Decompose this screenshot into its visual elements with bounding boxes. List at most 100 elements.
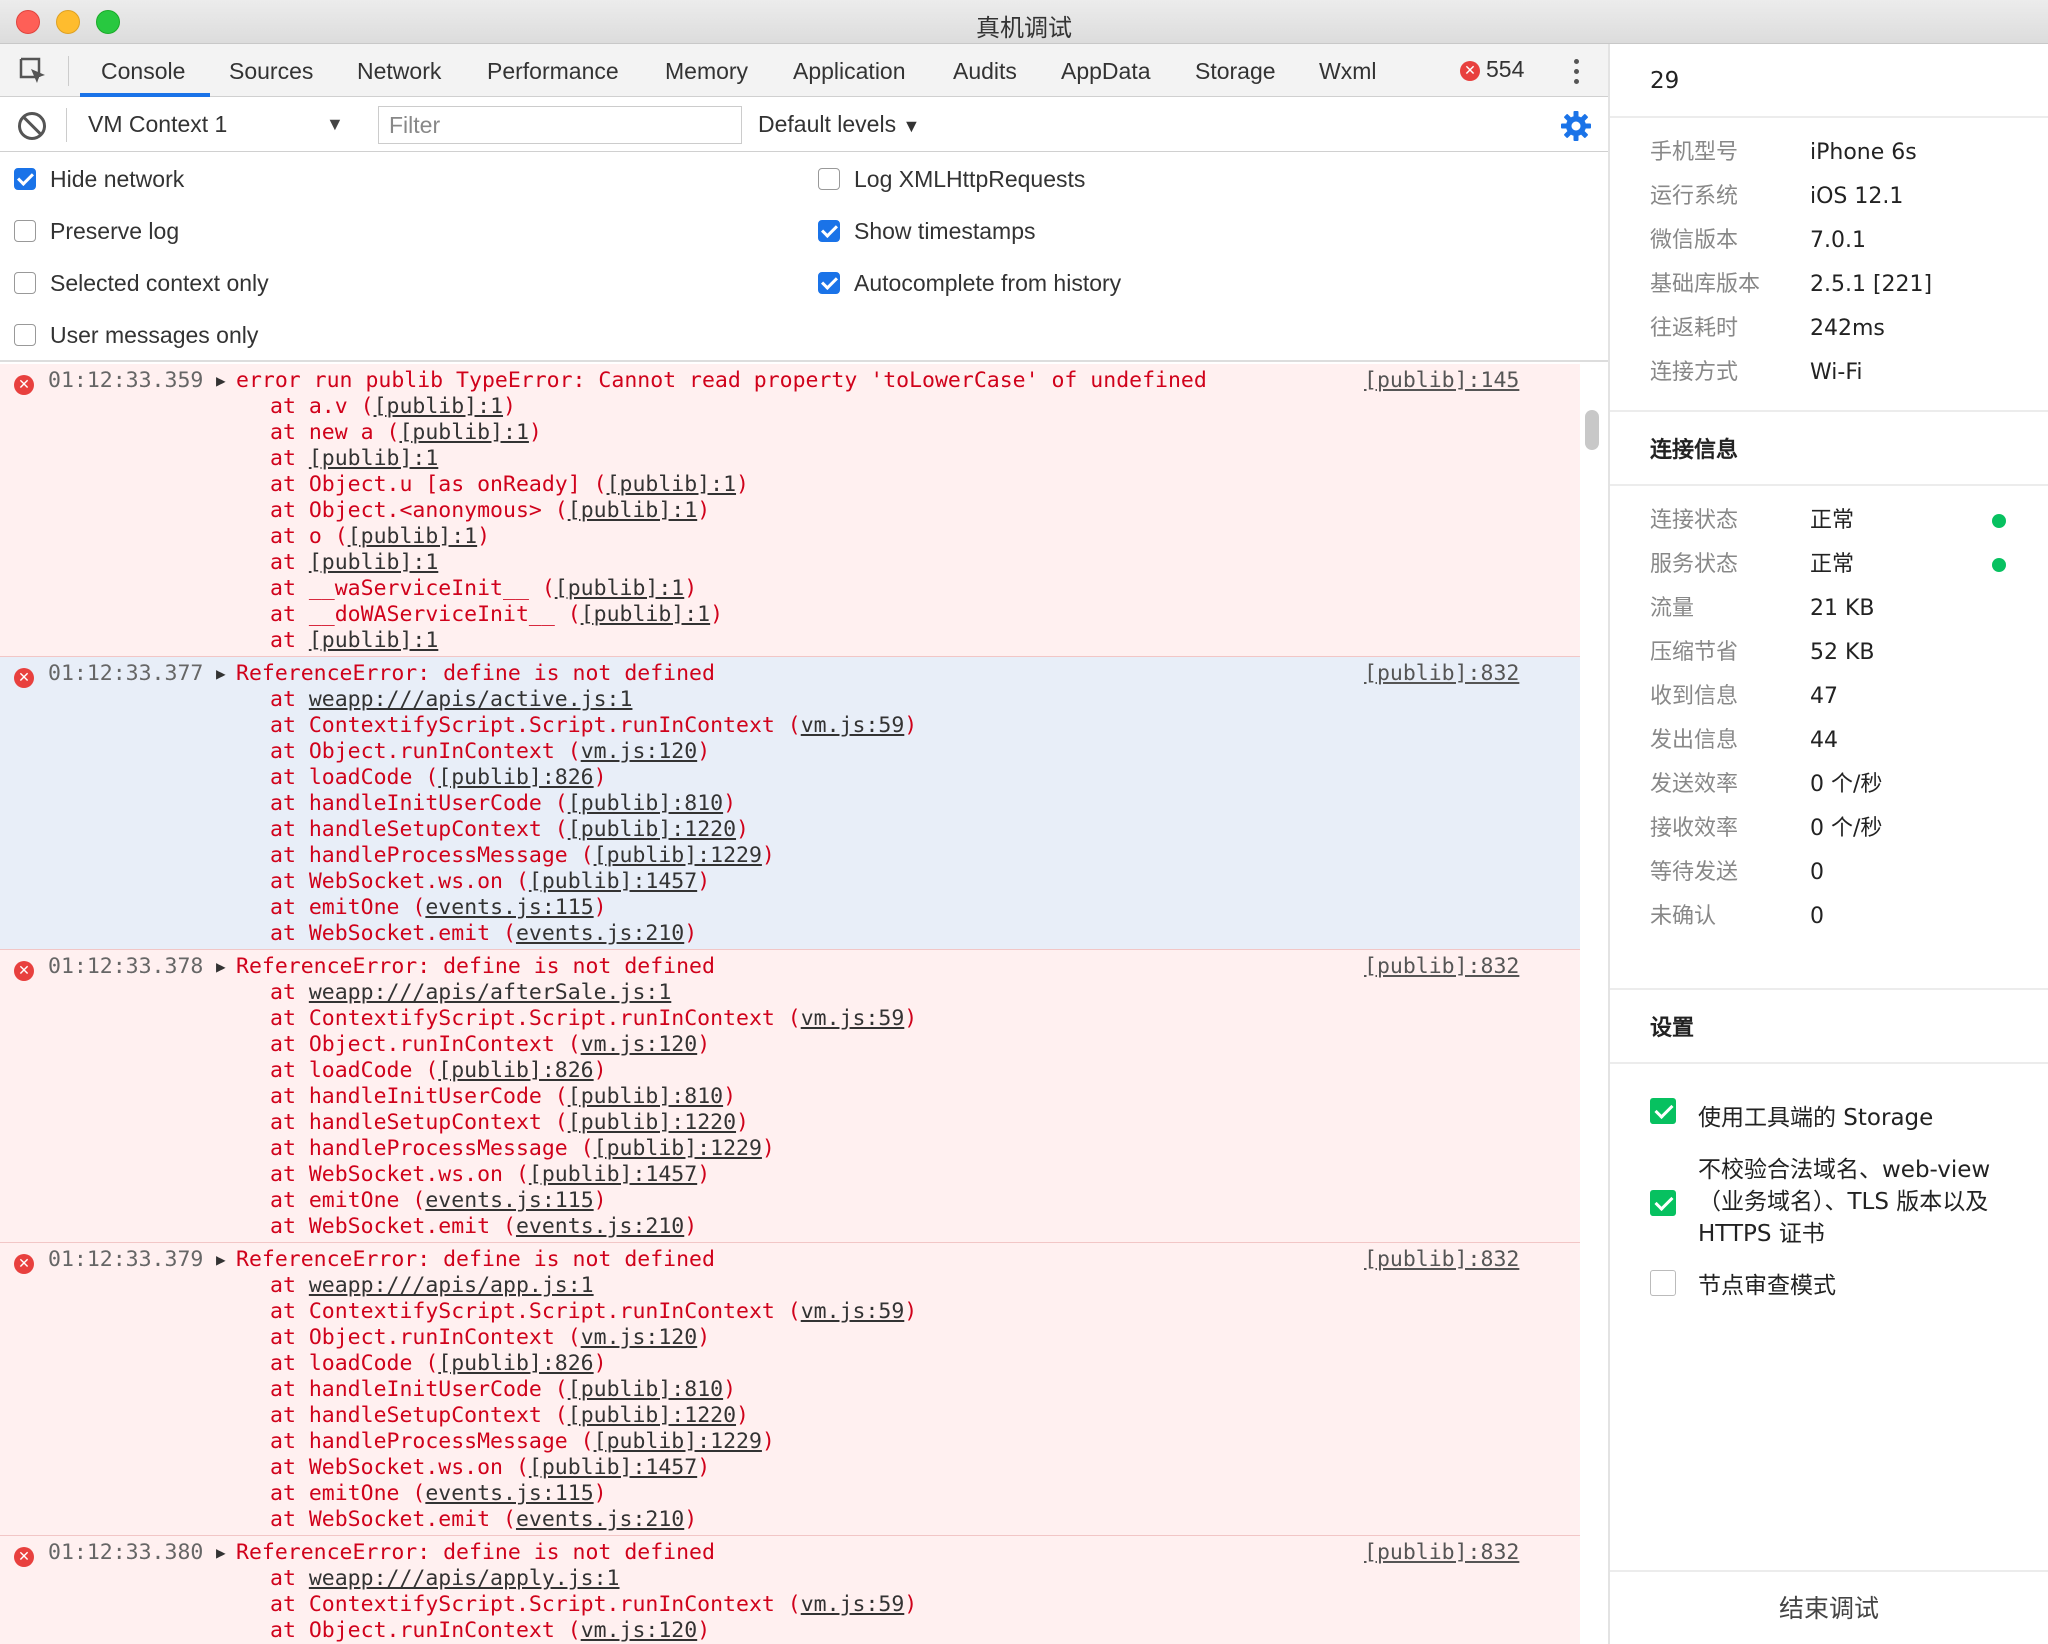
stack-frame-link[interactable]: [publib]:1457 (529, 869, 697, 894)
console-messages[interactable]: ✕ 01:12:33.359 ▶ error run publib TypeError… (0, 364, 1580, 1644)
stack-frame-link[interactable]: [publib]:1220 (568, 817, 736, 842)
user-messages-option[interactable]: User messages only (14, 320, 258, 350)
autocomplete-option[interactable]: Autocomplete from history (818, 268, 1121, 298)
setting-checkbox[interactable] (1650, 1098, 1676, 1124)
hide-network-option[interactable]: Hide network (14, 164, 184, 194)
end-debug-button[interactable]: 结束调试 (1610, 1570, 2048, 1644)
message-header[interactable]: ✕ 01:12:33.380 ▶ ReferenceError: define is … (0, 1540, 1580, 1567)
stack-frame-link[interactable]: [publib]:1 (568, 498, 697, 523)
message-source-link[interactable]: [publib]:832 (1364, 954, 1519, 980)
stack-frame-link[interactable]: [publib]:1 (555, 576, 684, 601)
stack-frame-link[interactable]: [publib]:1 (309, 446, 438, 471)
message-header[interactable]: ✕ 01:12:33.379 ▶ ReferenceError: define is … (0, 1247, 1580, 1274)
log-xhr-checkbox[interactable] (818, 168, 840, 190)
more-options-icon[interactable] (1566, 56, 1586, 88)
tab-storage[interactable]: Storage (1195, 58, 1276, 85)
expand-triangle-icon[interactable]: ▶ (216, 368, 226, 394)
tab-appdata[interactable]: AppData (1061, 58, 1151, 85)
stack-frame-link[interactable]: [publib]:1 (581, 602, 710, 627)
stack-frame-link[interactable]: vm.js:59 (801, 1299, 905, 1324)
tab-performance[interactable]: Performance (487, 58, 619, 85)
stack-frame-link[interactable]: vm.js:120 (581, 1618, 698, 1643)
message-header[interactable]: ✕ 01:12:33.377 ▶ ReferenceError: define is … (0, 661, 1580, 688)
stack-frame-link[interactable]: [publib]:826 (438, 1058, 593, 1083)
stack-frame-link[interactable]: [publib]:1229 (594, 1429, 762, 1454)
expand-triangle-icon[interactable]: ▶ (216, 1540, 226, 1566)
stack-frame-link[interactable]: [publib]:1220 (568, 1110, 736, 1135)
stack-frame-link[interactable]: [publib]:1 (374, 394, 503, 419)
stack-frame-link[interactable]: [publib]:826 (438, 765, 593, 790)
setting-checkbox[interactable] (1650, 1190, 1676, 1216)
tab-network[interactable]: Network (357, 58, 441, 85)
console-message[interactable]: ✕ 01:12:33.379 ▶ ReferenceError: define is … (0, 1243, 1580, 1536)
console-message[interactable]: ✕ 01:12:33.380 ▶ ReferenceError: define is … (0, 1536, 1580, 1644)
stack-frame-link[interactable]: vm.js:59 (801, 1006, 905, 1031)
tab-memory[interactable]: Memory (665, 58, 748, 85)
error-counter[interactable]: ✕ 554 (1460, 56, 1524, 83)
stack-frame-link[interactable]: vm.js:59 (801, 1592, 905, 1617)
stack-frame-link[interactable]: [publib]:1220 (568, 1403, 736, 1428)
tab-wxml[interactable]: Wxml (1319, 58, 1376, 85)
stack-frame-link[interactable]: [publib]:1 (309, 628, 438, 653)
log-xhr-option[interactable]: Log XMLHttpRequests (818, 164, 1085, 194)
setting-checkbox[interactable] (1650, 1270, 1676, 1296)
preserve-log-option[interactable]: Preserve log (14, 216, 179, 246)
setting-label[interactable]: 不校验合法域名、web-view（业务域名）、TLS 版本以及 HTTPS 证书 (1698, 1154, 2018, 1250)
stack-frame-link[interactable]: weapp:///apis/active.js:1 (309, 687, 633, 712)
gear-icon[interactable] (1560, 110, 1592, 142)
hide-network-checkbox[interactable] (14, 168, 36, 190)
clear-console-icon[interactable] (18, 112, 46, 140)
stack-frame-link[interactable]: [publib]:1457 (529, 1455, 697, 1480)
stack-frame-link[interactable]: [publib]:1 (399, 420, 528, 445)
preserve-log-checkbox[interactable] (14, 220, 36, 242)
context-selector[interactable]: VM Context 1 (88, 111, 227, 138)
tab-audits[interactable]: Audits (953, 58, 1017, 85)
stack-frame-link[interactable]: events.js:115 (425, 1481, 593, 1506)
stack-frame-link[interactable]: weapp:///apis/apply.js:1 (309, 1566, 620, 1591)
stack-frame-link[interactable]: weapp:///apis/afterSale.js:1 (309, 980, 671, 1005)
console-message[interactable]: ✕ 01:12:33.359 ▶ error run publib TypeError… (0, 364, 1580, 657)
stack-frame-link[interactable]: events.js:115 (425, 1188, 593, 1213)
selected-context-option[interactable]: Selected context only (14, 268, 269, 298)
console-message[interactable]: ✕ 01:12:33.377 ▶ ReferenceError: define is … (0, 657, 1580, 950)
stack-frame-link[interactable]: vm.js:120 (581, 1032, 698, 1057)
user-messages-checkbox[interactable] (14, 324, 36, 346)
stack-frame-link[interactable]: weapp:///apis/app.js:1 (309, 1273, 594, 1298)
console-scrollbar[interactable] (1585, 410, 1599, 450)
stack-frame-link[interactable]: vm.js:120 (581, 1325, 698, 1350)
expand-triangle-icon[interactable]: ▶ (216, 954, 226, 980)
setting-label[interactable]: 节点审查模式 (1698, 1270, 2018, 1302)
stack-frame-link[interactable]: [publib]:1 (348, 524, 477, 549)
tab-sources[interactable]: Sources (229, 58, 313, 85)
stack-frame-link[interactable]: [publib]:1 (309, 550, 438, 575)
setting-label[interactable]: 使用工具端的 Storage (1698, 1102, 2018, 1134)
message-source-link[interactable]: [publib]:832 (1364, 661, 1519, 687)
message-header[interactable]: ✕ 01:12:33.378 ▶ ReferenceError: define is … (0, 954, 1580, 981)
stack-frame-link[interactable]: [publib]:826 (438, 1351, 593, 1376)
stack-frame-link[interactable]: [publib]:810 (568, 1377, 723, 1402)
stack-frame-link[interactable]: vm.js:120 (581, 739, 698, 764)
expand-triangle-icon[interactable]: ▶ (216, 661, 226, 687)
stack-frame-link[interactable]: vm.js:59 (801, 713, 905, 738)
console-message[interactable]: ✕ 01:12:33.378 ▶ ReferenceError: define is … (0, 950, 1580, 1243)
stack-frame-link[interactable]: [publib]:810 (568, 791, 723, 816)
log-levels-dropdown[interactable]: Default levels ▼ (758, 111, 920, 138)
stack-frame-link[interactable]: events.js:210 (516, 921, 684, 946)
caret-down-icon[interactable]: ▼ (326, 114, 344, 135)
expand-triangle-icon[interactable]: ▶ (216, 1247, 226, 1273)
message-source-link[interactable]: [publib]:145 (1364, 368, 1519, 394)
show-timestamps-option[interactable]: Show timestamps (818, 216, 1036, 246)
stack-frame-link[interactable]: [publib]:810 (568, 1084, 723, 1109)
show-timestamps-checkbox[interactable] (818, 220, 840, 242)
stack-frame-link[interactable]: [publib]:1457 (529, 1162, 697, 1187)
selected-context-checkbox[interactable] (14, 272, 36, 294)
stack-frame-link[interactable]: events.js:115 (425, 895, 593, 920)
stack-frame-link[interactable]: events.js:210 (516, 1507, 684, 1532)
message-source-link[interactable]: [publib]:832 (1364, 1247, 1519, 1273)
stack-frame-link[interactable]: events.js:210 (516, 1214, 684, 1239)
tab-application[interactable]: Application (793, 58, 906, 85)
autocomplete-checkbox[interactable] (818, 272, 840, 294)
message-header[interactable]: ✕ 01:12:33.359 ▶ error run publib TypeError… (0, 368, 1580, 395)
stack-frame-link[interactable]: [publib]:1229 (594, 843, 762, 868)
message-source-link[interactable]: [publib]:832 (1364, 1540, 1519, 1566)
